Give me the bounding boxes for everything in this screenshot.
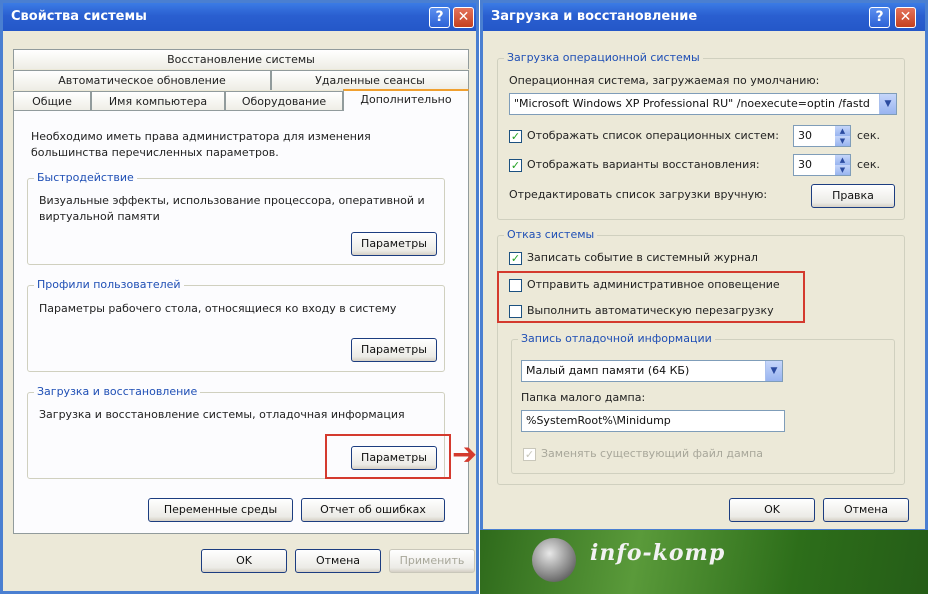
window-title: Загрузка и восстановление: [483, 3, 925, 31]
watermark-banner: info-komp: [480, 530, 928, 594]
show-recovery-label: Отображать варианты восстановления:: [527, 158, 760, 171]
performance-group-title: Быстродействие: [34, 171, 137, 184]
os-startup-group-title: Загрузка операционной системы: [504, 51, 703, 64]
tab-hardware[interactable]: Оборудование: [225, 91, 343, 111]
dump-folder-input[interactable]: %SystemRoot%\Minidump: [521, 410, 785, 432]
spin-up-icon[interactable]: ▲: [835, 126, 850, 136]
show-os-list-checkbox[interactable]: ✓: [509, 130, 522, 143]
ok-button[interactable]: OK: [729, 498, 815, 522]
overwrite-dump-label: Заменять существующий файл дампа: [541, 447, 764, 460]
arrow-icon: ➔: [452, 437, 478, 472]
ok-button[interactable]: OK: [201, 549, 287, 573]
show-os-list-seconds[interactable]: 30 ▲ ▼: [793, 125, 851, 147]
edit-boot-list-label: Отредактировать список загрузки вручную:: [509, 188, 768, 201]
tab-general[interactable]: Общие: [13, 91, 91, 111]
user-profiles-description: Параметры рабочего стола, относящиеся ко…: [39, 302, 397, 315]
tab-remote-sessions[interactable]: Удаленные сеансы: [271, 70, 469, 90]
spin-down-icon[interactable]: ▼: [835, 165, 850, 175]
user-profiles-settings-button[interactable]: Параметры: [351, 338, 437, 362]
debug-info-group-title: Запись отладочной информации: [518, 332, 715, 345]
default-os-value: "Microsoft Windows XP Professional RU" /…: [514, 97, 870, 110]
spin-up-icon[interactable]: ▲: [835, 155, 850, 165]
help-button[interactable]: ?: [429, 7, 450, 28]
chevron-down-icon[interactable]: ▼: [879, 94, 896, 114]
performance-settings-button[interactable]: Параметры: [351, 232, 437, 256]
seconds-unit: сек.: [857, 129, 880, 142]
cancel-button[interactable]: Отмена: [295, 549, 381, 573]
overwrite-dump-checkbox[interactable]: ✓: [523, 448, 536, 461]
show-os-list-label: Отображать список операционных систем:: [527, 129, 779, 142]
settings-button-highlight: [325, 434, 451, 479]
show-recovery-seconds[interactable]: 30 ▲ ▼: [793, 154, 851, 176]
write-event-checkbox[interactable]: ✓: [509, 252, 522, 265]
tab-advanced[interactable]: Дополнительно: [343, 89, 469, 111]
apply-button[interactable]: Применить: [389, 549, 475, 573]
dump-folder-label: Папка малого дампа:: [521, 391, 646, 404]
seconds-unit: сек.: [857, 158, 880, 171]
startup-recovery-group-title: Загрузка и восстановление: [34, 385, 201, 398]
chevron-down-icon[interactable]: ▼: [765, 361, 782, 381]
globe-icon: [532, 538, 576, 582]
system-failure-group-title: Отказ системы: [504, 228, 598, 241]
show-recovery-checkbox[interactable]: ✓: [509, 159, 522, 172]
watermark-text: info-komp: [590, 540, 726, 566]
system-properties-window: Свойства системы ? ✕ Восстановление сист…: [0, 0, 479, 594]
error-reporting-button[interactable]: Отчет об ошибках: [301, 498, 445, 522]
startup-recovery-description: Загрузка и восстановление системы, отлад…: [39, 408, 405, 421]
cancel-button[interactable]: Отмена: [823, 498, 909, 522]
dump-type-value: Малый дамп памяти (64 КБ): [526, 364, 690, 377]
spin-down-icon[interactable]: ▼: [835, 136, 850, 146]
admin-rights-note: Необходимо иметь права администратора дл…: [31, 130, 371, 159]
edit-button[interactable]: Правка: [811, 184, 895, 208]
tab-system-restore[interactable]: Восстановление системы: [13, 49, 469, 69]
write-event-label: Записать событие в системный журнал: [527, 251, 758, 264]
user-profiles-group-title: Профили пользователей: [34, 278, 184, 291]
close-button[interactable]: ✕: [453, 7, 474, 28]
tab-computer-name[interactable]: Имя компьютера: [91, 91, 225, 111]
close-button[interactable]: ✕: [895, 7, 916, 28]
default-os-select[interactable]: "Microsoft Windows XP Professional RU" /…: [509, 93, 897, 115]
default-os-label: Операционная система, загружаемая по умо…: [509, 74, 820, 87]
performance-description: Визуальные эффекты, использование процес…: [39, 194, 425, 223]
window-title: Свойства системы: [3, 3, 476, 31]
failure-options-highlight: [497, 271, 805, 323]
tab-automatic-updates[interactable]: Автоматическое обновление: [13, 70, 271, 90]
help-button[interactable]: ?: [869, 7, 890, 28]
environment-variables-button[interactable]: Переменные среды: [148, 498, 293, 522]
dump-type-select[interactable]: Малый дамп памяти (64 КБ) ▼: [521, 360, 783, 382]
startup-recovery-window: Загрузка и восстановление ? ✕ Загрузка о…: [480, 0, 928, 532]
